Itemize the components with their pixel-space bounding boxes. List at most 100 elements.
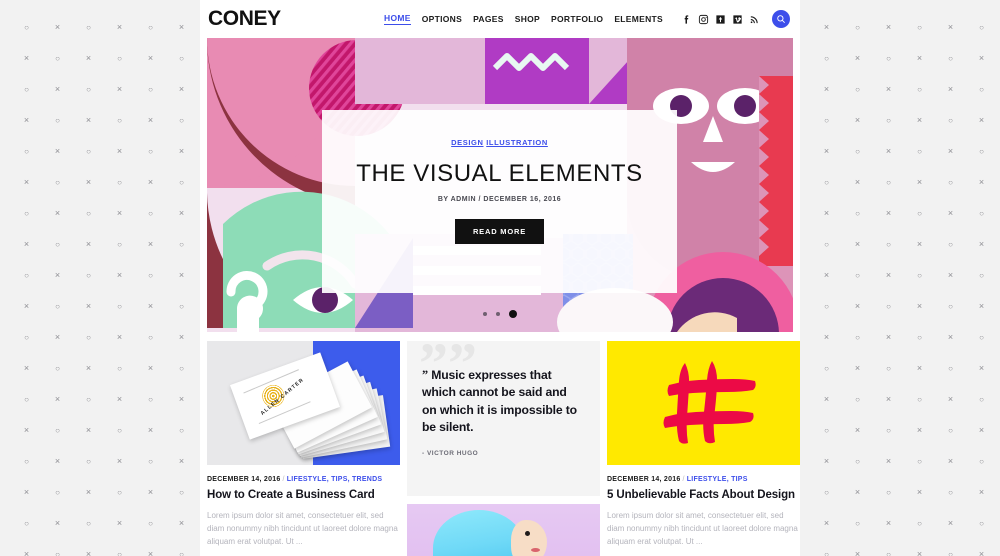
post-card-design-facts: DECEMBER 14, 2016/LIFESTYLE, TIPS 5 Unbe…	[607, 341, 800, 556]
nav-item-pages[interactable]: PAGES	[473, 14, 504, 24]
hero-slider-dots	[483, 310, 517, 318]
pattern-circle-icon: ○	[86, 457, 91, 466]
pattern-circle-icon: ○	[917, 333, 922, 342]
pattern-cross-icon: ×	[978, 53, 985, 63]
pattern-circle-icon: ○	[148, 271, 153, 280]
pattern-cross-icon: ×	[23, 301, 30, 311]
pattern-cross-icon: ×	[947, 22, 954, 32]
pattern-circle-icon: ○	[824, 178, 829, 187]
pattern-cross-icon: ×	[947, 518, 954, 528]
pattern-circle-icon: ○	[117, 302, 122, 311]
post-title[interactable]: How to Create a Business Card	[207, 489, 400, 501]
pattern-cross-icon: ×	[178, 146, 185, 156]
instagram-icon[interactable]	[698, 14, 709, 25]
pattern-cross-icon: ×	[147, 239, 154, 249]
pattern-cross-icon: ×	[854, 239, 861, 249]
pattern-circle-icon: ○	[179, 426, 184, 435]
post-excerpt: Lorem ipsum dolor sit amet, consectetuer…	[607, 511, 798, 547]
pattern-circle-icon: ○	[24, 271, 29, 280]
pattern-circle-icon: ○	[979, 147, 984, 156]
pattern-cross-icon: ×	[116, 22, 123, 32]
nav-item-elements[interactable]: ELEMENTS	[614, 14, 663, 24]
pattern-circle-icon: ○	[979, 395, 984, 404]
pattern-cross-icon: ×	[947, 332, 954, 342]
slider-dot-1[interactable]	[483, 312, 487, 316]
hero-category-illustration[interactable]: ILLUSTRATION	[486, 138, 548, 147]
post-thumbnail-business-card[interactable]: ALLEN CARTER	[207, 341, 400, 465]
dribbble-icon[interactable]	[715, 14, 726, 25]
hero-slider[interactable]: DESIGN ILLUSTRATION THE VISUAL ELEMENTS …	[207, 38, 793, 332]
pattern-circle-icon: ○	[917, 85, 922, 94]
nav-item-options[interactable]: OPTIONS	[422, 14, 462, 24]
pattern-circle-icon: ○	[948, 426, 953, 435]
pattern-circle-icon: ○	[979, 85, 984, 94]
pattern-circle-icon: ○	[86, 519, 91, 528]
pattern-circle-icon: ○	[979, 457, 984, 466]
pattern-circle-icon: ○	[886, 364, 891, 373]
pattern-circle-icon: ○	[179, 302, 184, 311]
pattern-circle-icon: ○	[979, 271, 984, 280]
pattern-circle-icon: ○	[24, 457, 29, 466]
pattern-cross-icon: ×	[178, 394, 185, 404]
facebook-icon[interactable]	[681, 14, 692, 25]
pattern-circle-icon: ○	[917, 457, 922, 466]
pattern-cross-icon: ×	[885, 146, 892, 156]
pattern-cross-icon: ×	[147, 301, 154, 311]
nav-item-portfolio[interactable]: PORTFOLIO	[551, 14, 603, 24]
pattern-cross-icon: ×	[885, 270, 892, 280]
pattern-cross-icon: ×	[85, 549, 92, 556]
pattern-circle-icon: ○	[948, 302, 953, 311]
pattern-circle-icon: ○	[148, 85, 153, 94]
pattern-cross-icon: ×	[916, 53, 923, 63]
post-grid: ALLEN CARTER DECEMBER 14, 2016/LIFESTYLE…	[200, 341, 800, 556]
pattern-circle-icon: ○	[55, 550, 60, 556]
pattern-cross-icon: ×	[947, 146, 954, 156]
pattern-circle-icon: ○	[917, 519, 922, 528]
pattern-circle-icon: ○	[886, 550, 891, 556]
post-categories[interactable]: LIFESTYLE, TIPS, TRENDS	[287, 476, 383, 483]
pattern-cross-icon: ×	[23, 425, 30, 435]
meta-separator: /	[282, 476, 285, 483]
hero-content-card: DESIGN ILLUSTRATION THE VISUAL ELEMENTS …	[322, 110, 677, 293]
pattern-circle-icon: ○	[948, 550, 953, 556]
pattern-cross-icon: ×	[823, 394, 830, 404]
pattern-cross-icon: ×	[116, 332, 123, 342]
pattern-cross-icon: ×	[23, 549, 30, 556]
read-more-button[interactable]: READ MORE	[454, 219, 545, 244]
pattern-cross-icon: ×	[947, 456, 954, 466]
pattern-cross-icon: ×	[178, 456, 185, 466]
post-title[interactable]: 5 Unbelievable Facts About Design	[607, 489, 800, 501]
slider-dot-3[interactable]	[509, 310, 517, 318]
pattern-circle-icon: ○	[948, 240, 953, 249]
pattern-circle-icon: ○	[179, 178, 184, 187]
pattern-cross-icon: ×	[147, 549, 154, 556]
pattern-circle-icon: ○	[55, 364, 60, 373]
pattern-circle-icon: ○	[886, 54, 891, 63]
site-logo[interactable]: CONEY	[208, 7, 281, 31]
pattern-cross-icon: ×	[916, 363, 923, 373]
post-thumbnail-blue-hair[interactable]	[407, 504, 600, 556]
pattern-circle-icon: ○	[948, 54, 953, 63]
post-meta: DECEMBER 14, 2016/LIFESTYLE, TIPS	[607, 476, 800, 483]
post-thumbnail-hashtag[interactable]	[607, 341, 800, 465]
pattern-cross-icon: ×	[54, 394, 61, 404]
nav-item-home[interactable]: HOME	[384, 13, 411, 25]
hero-category-design[interactable]: DESIGN	[451, 138, 483, 147]
pattern-circle-icon: ○	[86, 271, 91, 280]
pattern-circle-icon: ○	[948, 364, 953, 373]
vimeo-icon[interactable]	[732, 14, 743, 25]
post-categories[interactable]: LIFESTYLE, TIPS	[687, 476, 748, 483]
rss-icon[interactable]	[749, 14, 760, 25]
pattern-circle-icon: ○	[24, 85, 29, 94]
pattern-circle-icon: ○	[117, 178, 122, 187]
pattern-cross-icon: ×	[54, 518, 61, 528]
pattern-cross-icon: ×	[23, 487, 30, 497]
pattern-circle-icon: ○	[24, 395, 29, 404]
pattern-circle-icon: ○	[855, 457, 860, 466]
pattern-cross-icon: ×	[854, 301, 861, 311]
search-button[interactable]	[772, 10, 790, 28]
nav-item-shop[interactable]: SHOP	[515, 14, 540, 24]
pattern-circle-icon: ○	[86, 333, 91, 342]
slider-dot-2[interactable]	[496, 312, 500, 316]
pattern-circle-icon: ○	[886, 426, 891, 435]
